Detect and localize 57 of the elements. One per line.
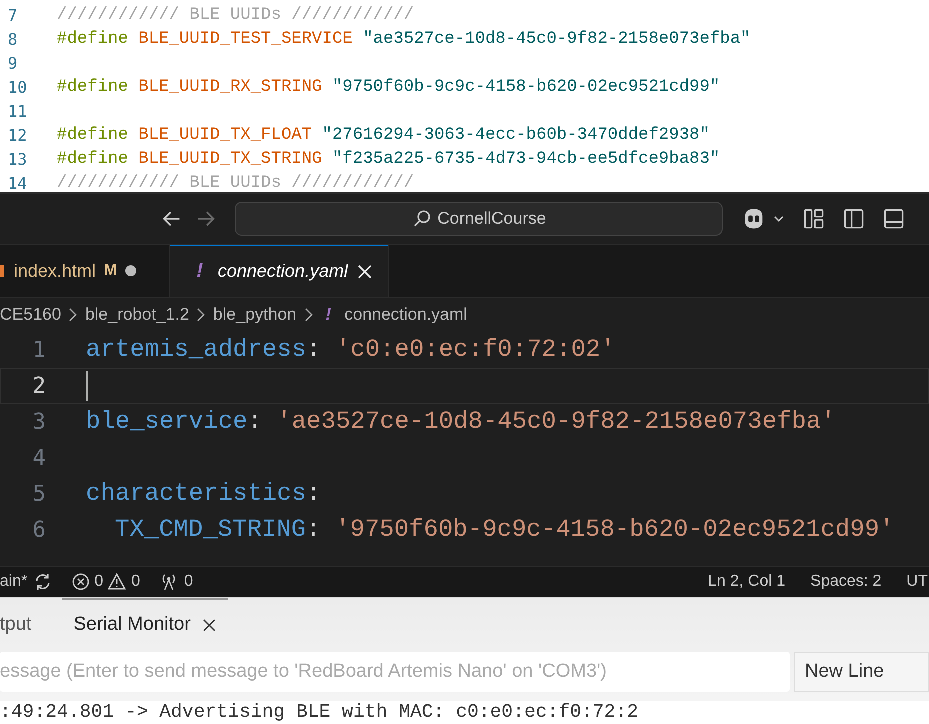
line-number: 9 bbox=[7, 54, 19, 72]
panel-tab[interactable]: tput bbox=[0, 598, 32, 650]
close-icon[interactable] bbox=[202, 618, 216, 632]
breadcrumb-item[interactable]: connection.yaml bbox=[344, 305, 468, 325]
warning-icon bbox=[108, 573, 126, 591]
line-number: 11 bbox=[7, 102, 28, 120]
code-line: #define BLE_UUID_TEST_SERVICE "ae3527ce-10d8-45c0-9f82-2158e073efba" bbox=[57, 30, 751, 48]
code-line: characteristics: bbox=[86, 480, 322, 508]
code-line: artemis_address: 'c0:e0:ec:f0:72:02' bbox=[86, 336, 616, 364]
line-number: 5 bbox=[32, 482, 47, 506]
indentation[interactable]: Spaces: 2 bbox=[810, 573, 882, 591]
exclamation-icon: ! bbox=[192, 260, 208, 283]
chevron-icon bbox=[197, 308, 206, 322]
breadcrumb-item[interactable]: ble_python bbox=[213, 305, 297, 325]
breadcrumb-item[interactable]: CE5160 bbox=[0, 305, 62, 325]
layout-icon[interactable] bbox=[803, 208, 825, 230]
line-number: 7 bbox=[7, 6, 19, 24]
line-number: 1 bbox=[32, 338, 47, 362]
code-line: ble_service: 'ae3527ce-10d8-45c0-9f82-2158e073efba' bbox=[86, 408, 836, 436]
editor-tab[interactable]: index.html M bbox=[0, 245, 170, 297]
search-icon bbox=[412, 209, 432, 229]
line-number: 2 bbox=[32, 374, 47, 398]
breadcrumb-item[interactable]: ble_robot_1.2 bbox=[85, 305, 190, 325]
cursor-position[interactable]: Ln 2, Col 1 bbox=[708, 573, 786, 591]
line-number: 6 bbox=[32, 518, 47, 542]
panel-toggle-icon[interactable] bbox=[883, 208, 905, 230]
code-line: #define BLE_UUID_TX_STRING "f235a225-6735-4d73-94cb-ee5dfce9ba83" bbox=[57, 150, 720, 168]
code-line: //////////// BLE UUIDs //////////// bbox=[57, 6, 414, 24]
warning-count[interactable]: 0 bbox=[131, 573, 140, 591]
code-line: #define BLE_UUID_RX_STRING "9750f60b-9c9c-4158-b620-02ec9521cd99" bbox=[57, 78, 720, 96]
line-ending-dropdown[interactable]: New Line bbox=[794, 652, 929, 692]
line-number: 14 bbox=[7, 174, 28, 192]
panel-tab[interactable]: Serial Monitor bbox=[62, 598, 228, 650]
encoding[interactable]: UT bbox=[906, 573, 928, 591]
ports-count[interactable]: 0 bbox=[184, 573, 194, 591]
chevron-icon bbox=[69, 308, 78, 322]
modified-indicator: M bbox=[104, 262, 118, 280]
message-field[interactable]: essage (Enter to send message to 'RedBoard Artemis Nano' on 'COM3') bbox=[0, 652, 790, 692]
line-number: 12 bbox=[7, 126, 28, 144]
unsaved-dot-icon[interactable] bbox=[125, 265, 138, 277]
line-number: 3 bbox=[32, 410, 47, 434]
exclamation-icon: ! bbox=[320, 305, 337, 325]
code-line: //////////// BLE UUIDs //////////// bbox=[57, 174, 414, 192]
chevron-icon bbox=[304, 308, 313, 322]
editor-tab[interactable]: ! connection.yaml bbox=[170, 245, 390, 297]
text-cursor bbox=[86, 371, 88, 401]
line-number: 8 bbox=[7, 30, 19, 48]
sidebar-toggle-icon[interactable] bbox=[843, 208, 865, 230]
command-search-field[interactable]: CornellCourse bbox=[235, 202, 723, 236]
branch-name[interactable]: ain* bbox=[0, 573, 28, 591]
line-number: 4 bbox=[32, 446, 47, 470]
error-count[interactable]: 0 bbox=[94, 573, 104, 591]
line-number: 10 bbox=[7, 78, 28, 96]
error-icon bbox=[72, 573, 90, 591]
code-line: TX_CMD_STRING: '9750f60b-9c9c-4158-b620-02ec9521cd99' bbox=[114, 516, 894, 544]
code-line: #define BLE_UUID_TX_FLOAT "27616294-3063-4ecc-b60b-3470ddef2938" bbox=[57, 126, 710, 144]
line-number: 13 bbox=[7, 150, 28, 168]
